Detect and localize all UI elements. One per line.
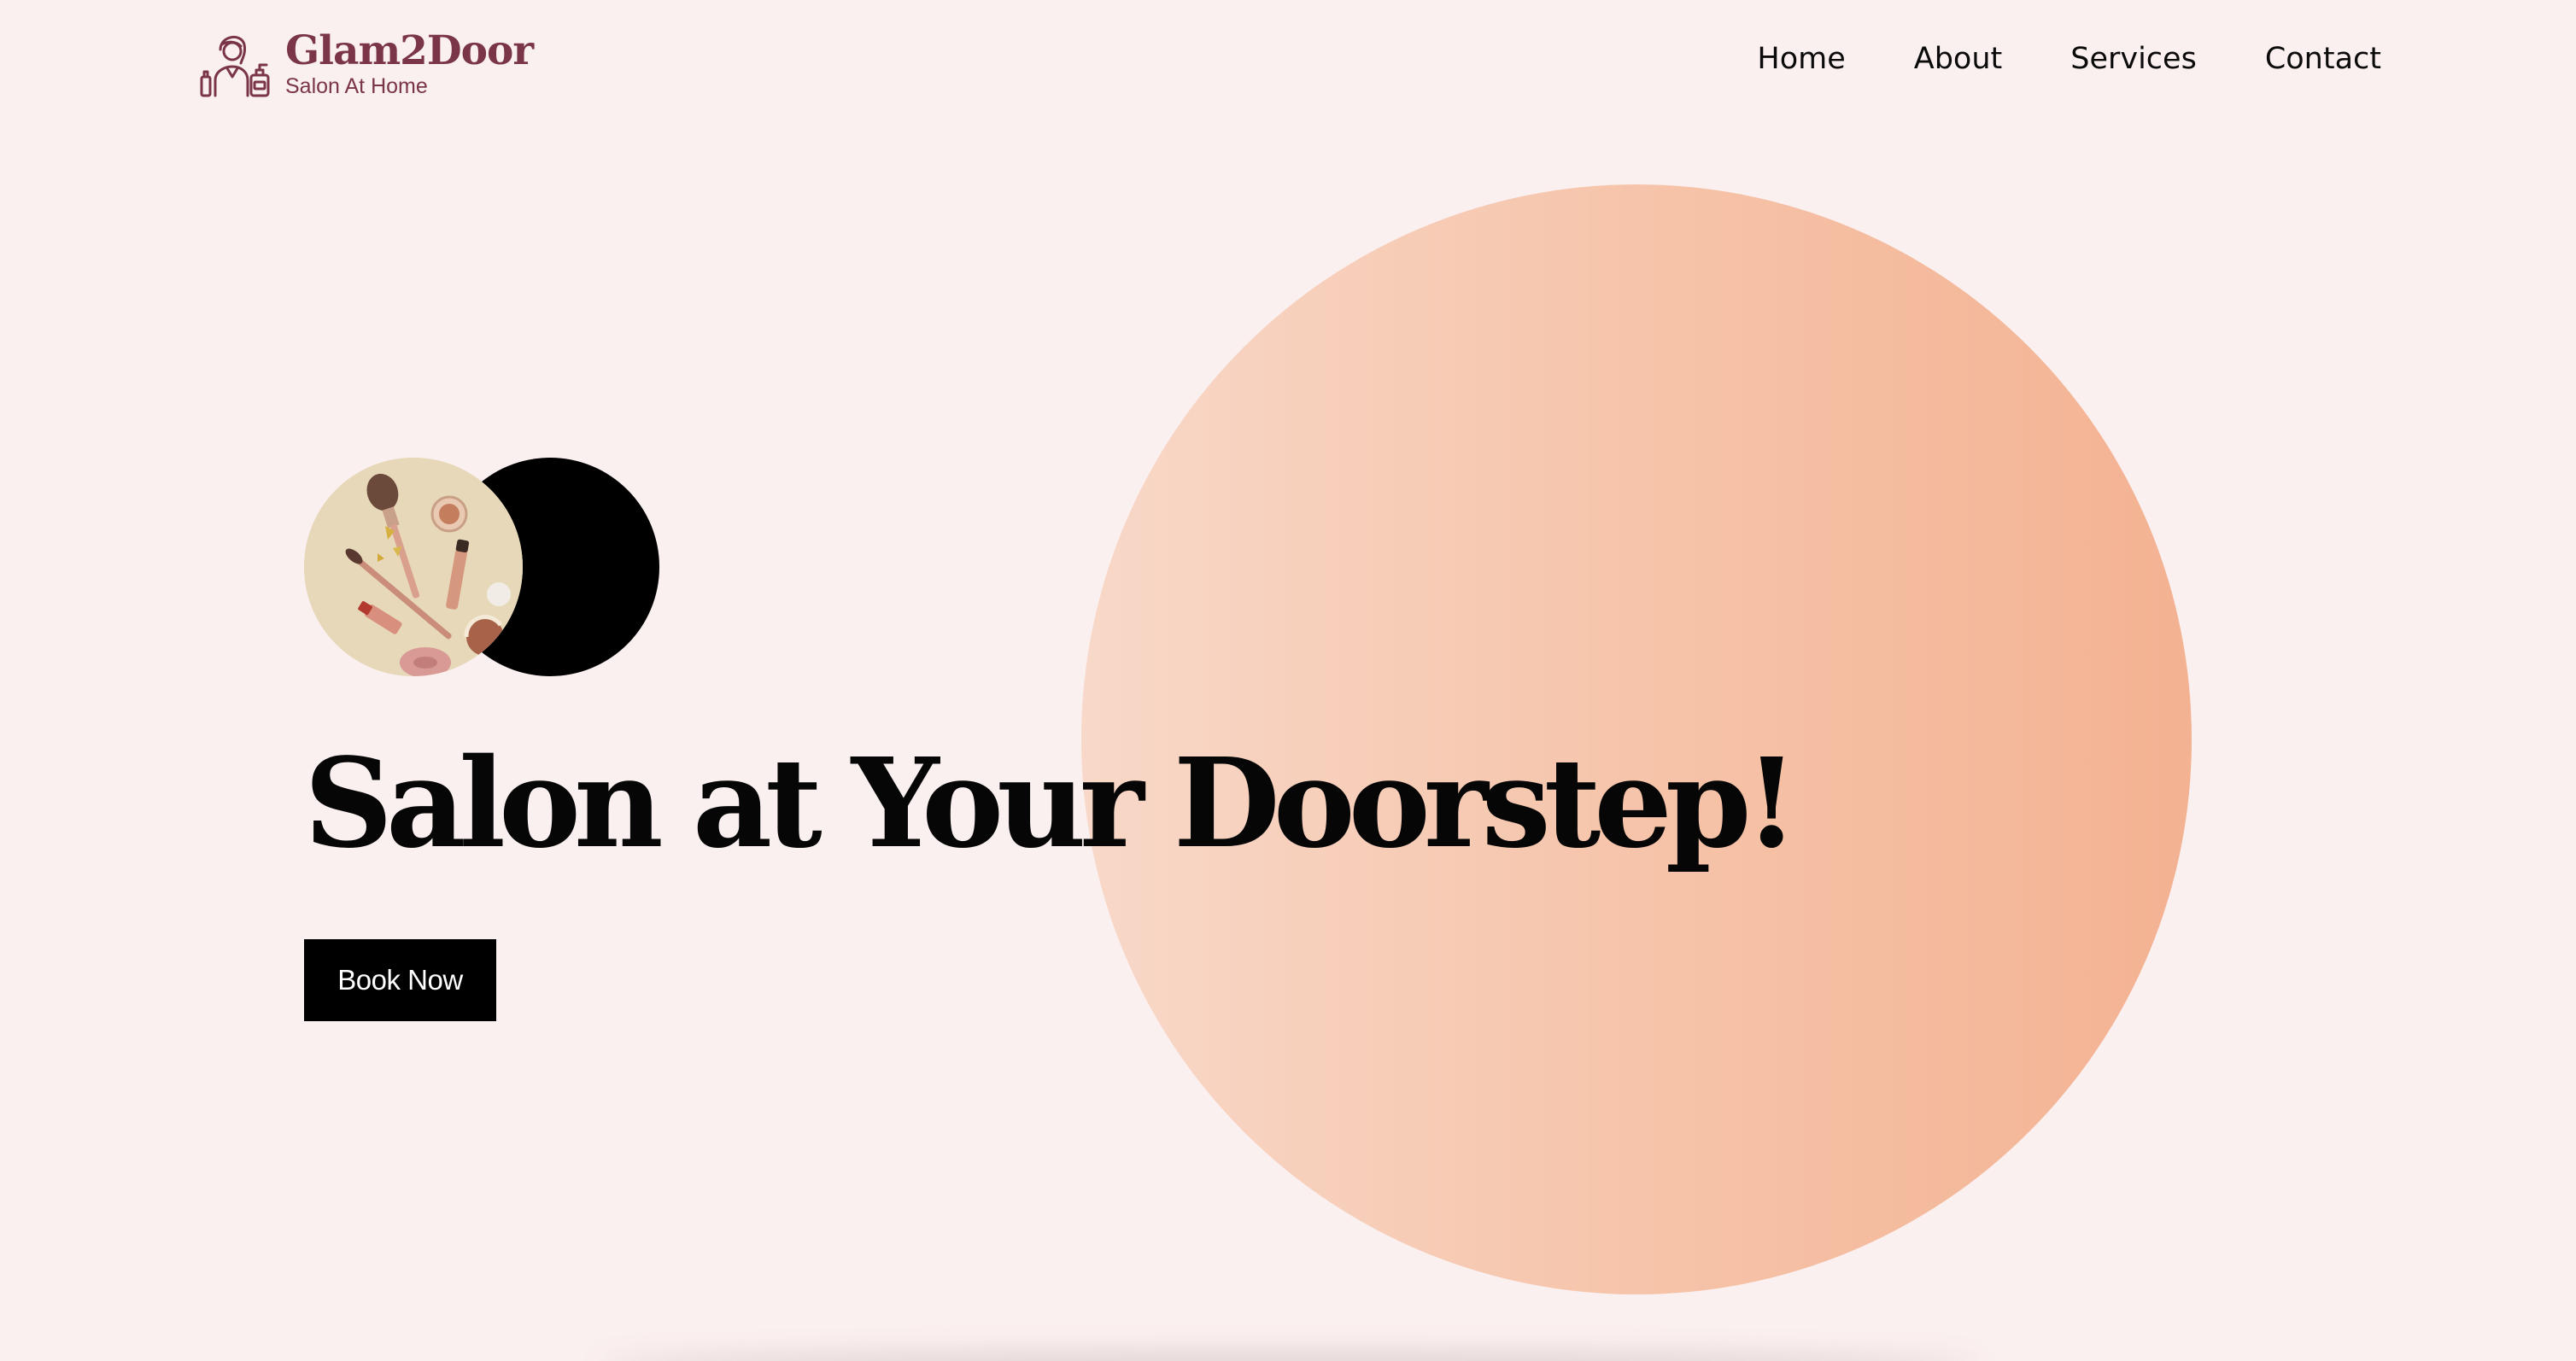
nav-link-about[interactable]: About (1914, 44, 2002, 74)
stylist-logo-icon (200, 36, 270, 97)
nav-link-home[interactable]: Home (1757, 44, 1845, 74)
makeup-brushes-photo (304, 458, 523, 676)
nav-link-services[interactable]: Services (2070, 44, 2197, 74)
main-nav: Home About Services Contact (1757, 44, 2381, 74)
hero-image-cluster (304, 458, 659, 676)
section-shadow (598, 1353, 1982, 1361)
brand-logo[interactable]: Glam2Door Salon At Home (198, 24, 534, 99)
hero-headline: Salon at Your Doorstep! (304, 731, 1799, 875)
nav-link-contact[interactable]: Contact (2265, 44, 2381, 74)
brand-name: Glam2Door (285, 27, 534, 74)
brand-tagline: Salon At Home (285, 74, 428, 98)
book-now-button[interactable]: Book Now (304, 939, 496, 1021)
